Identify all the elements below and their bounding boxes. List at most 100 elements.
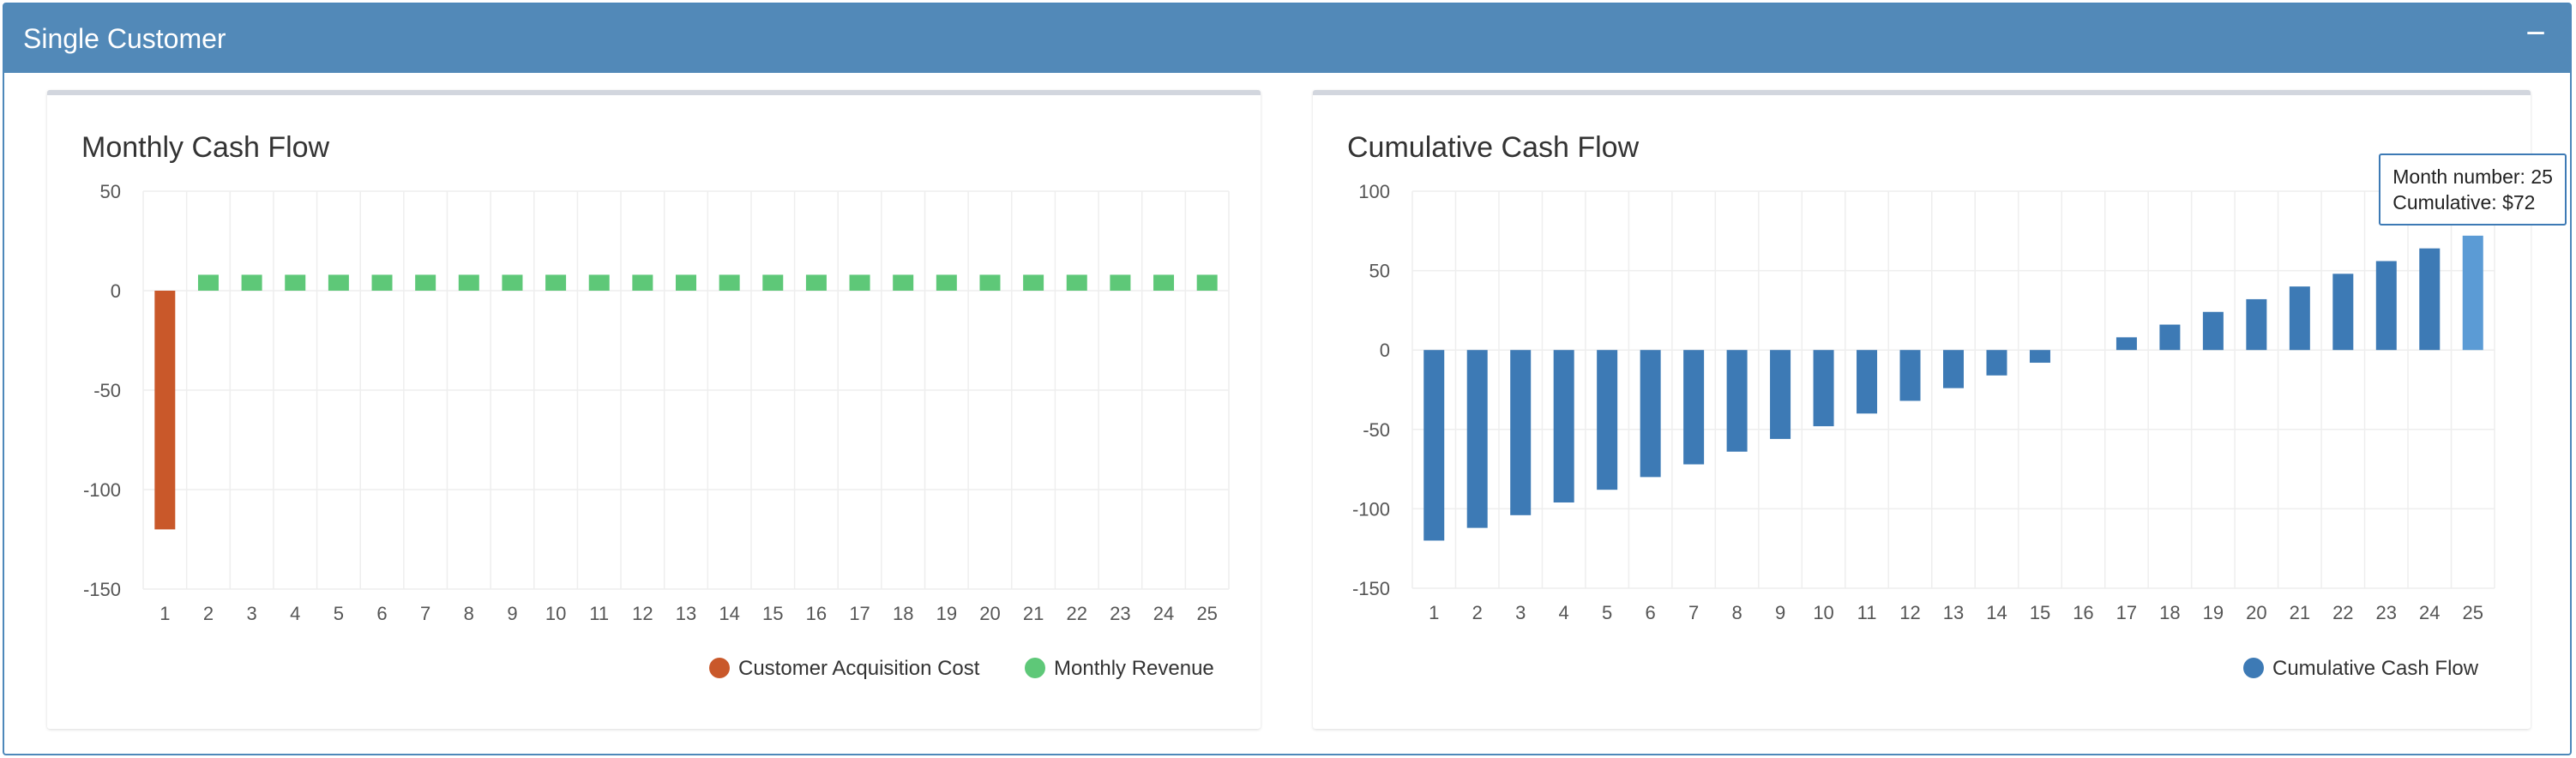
bar-cumulative-cash-flow	[2332, 274, 2354, 351]
x-tick-label: 1	[1429, 602, 1439, 623]
bar-monthly-revenue	[545, 274, 567, 291]
cumulative-cash-flow-card: Cumulative Cash Flow -150 -100 -50 0 50 100 1 2 3…	[1313, 90, 2567, 729]
x-tick-label: 21	[2290, 602, 2310, 623]
bar-monthly-revenue	[849, 274, 870, 291]
bar-monthly-revenue	[805, 274, 827, 291]
x-tick-label: 18	[2159, 602, 2180, 623]
x-tick-label: 22	[1067, 603, 1087, 624]
x-tick-label: 5	[334, 603, 344, 624]
collapse-button[interactable]: −	[2520, 16, 2551, 51]
y-tick-label: -100	[83, 479, 121, 501]
x-tick-label: 16	[806, 603, 827, 624]
bar-cumulative-cash-flow	[2289, 286, 2310, 351]
tooltip-month: Month number: 25	[2392, 165, 2553, 188]
bar-cumulative-cash-flow	[1553, 350, 1574, 502]
x-tick-label: 18	[893, 603, 913, 624]
x-tick-label: 3	[1515, 602, 1526, 623]
panel-header: Single Customer −	[4, 4, 2570, 73]
bar-customer-acquisition-cost	[154, 291, 176, 530]
y-tick-label: -150	[1352, 578, 1390, 599]
x-tick-label: 12	[1899, 602, 1920, 623]
bar-monthly-revenue	[632, 274, 653, 291]
x-tick-label: 7	[1688, 602, 1699, 623]
legend-label: Customer Acquisition Cost	[738, 657, 980, 680]
monthly-cash-flow-card: Monthly Cash Flow -150 -100 -50 0 50 1 2 3 4 5 6 7 8 9…	[47, 90, 1261, 729]
x-tick-label: 6	[1646, 602, 1656, 623]
x-tick-label: 4	[290, 603, 300, 624]
x-tick-label: 6	[376, 603, 387, 624]
bar-monthly-revenue	[1110, 274, 1131, 291]
y-tick-label: -100	[1352, 498, 1390, 520]
x-tick-label: 11	[589, 603, 609, 624]
chart-title: Monthly Cash Flow	[81, 131, 330, 164]
x-tick-label: 7	[420, 603, 430, 624]
bar-cumulative-cash-flow	[1597, 350, 1618, 490]
bar-cumulative-cash-flow	[2375, 261, 2397, 351]
bar-monthly-revenue	[676, 274, 696, 291]
legend-marker	[2243, 658, 2264, 678]
x-tick-label: 3	[246, 603, 256, 624]
y-tick-label: 0	[1380, 340, 1390, 361]
x-tick-label: 19	[2203, 602, 2224, 623]
y-tick-label: 100	[1358, 181, 1390, 202]
x-tick-label: 17	[2116, 602, 2137, 623]
x-tick-label: 19	[936, 603, 957, 624]
x-tick-label: 14	[1986, 602, 2007, 623]
x-tick-label: 10	[1813, 602, 1833, 623]
x-tick-label: 21	[1023, 603, 1044, 624]
bar-monthly-revenue	[893, 274, 914, 291]
bar-cumulative-cash-flow	[2462, 235, 2483, 351]
bar-monthly-revenue	[197, 274, 219, 291]
monthly-cash-flow-chart: Monthly Cash Flow-150-100-500501 2 3 4 5 6 7 8 9…	[81, 131, 1230, 680]
tooltip-cumulative: Cumulative: $72	[2392, 190, 2536, 214]
x-tick-label: 25	[1196, 603, 1217, 624]
bar-monthly-revenue	[719, 274, 740, 291]
legend-marker	[1025, 658, 1045, 678]
panel-title: Single Customer	[23, 23, 226, 54]
bar-cumulative-cash-flow	[1466, 350, 1488, 528]
chart-title: Cumulative Cash Flow	[1347, 131, 1640, 164]
bar-monthly-revenue	[371, 274, 393, 291]
y-tick-label: 50	[1369, 261, 1390, 282]
bar-cumulative-cash-flow	[1726, 350, 1748, 452]
y-tick-label: 0	[111, 280, 121, 302]
x-tick-label: 12	[632, 603, 653, 624]
x-tick-label: 13	[676, 603, 696, 624]
bar-cumulative-cash-flow	[1770, 350, 1791, 439]
legend-label: Cumulative Cash Flow	[2272, 657, 2479, 680]
x-tick-label: 22	[2332, 602, 2353, 623]
x-tick-label: 15	[2030, 602, 2050, 623]
bar-monthly-revenue	[1153, 274, 1175, 291]
cumulative-cash-flow-chart: Cumulative Cash Flow-150-100-500501001 2 3…	[1347, 131, 2495, 680]
x-tick-label: 5	[1602, 602, 1612, 623]
x-tick-label: 9	[507, 603, 517, 624]
x-tick-label: 1	[159, 603, 170, 624]
bar-monthly-revenue	[1023, 274, 1044, 291]
x-tick-label: 24	[1153, 603, 1174, 624]
bar-monthly-revenue	[328, 274, 349, 291]
x-tick-label: 10	[545, 603, 566, 624]
bar-monthly-revenue	[588, 274, 610, 291]
bar-monthly-revenue	[285, 274, 306, 291]
bar-monthly-revenue	[1196, 274, 1218, 291]
bar-cumulative-cash-flow	[2246, 298, 2267, 351]
bar-monthly-revenue	[415, 274, 436, 291]
bar-cumulative-cash-flow	[2159, 324, 2181, 351]
x-tick-label: 20	[2246, 602, 2266, 623]
bar-monthly-revenue	[502, 274, 523, 291]
bar-monthly-revenue	[1066, 274, 1087, 291]
x-tick-label: 14	[719, 603, 739, 624]
legend-marker	[709, 658, 730, 678]
bar-cumulative-cash-flow	[1857, 350, 1878, 414]
bar-cumulative-cash-flow	[1986, 350, 2007, 376]
bar-cumulative-cash-flow	[2029, 350, 2050, 364]
bar-monthly-revenue	[241, 274, 262, 291]
chart-tooltip: Month number: 25 Cumulative: $72	[2379, 153, 2567, 226]
x-tick-label: 20	[979, 603, 1000, 624]
bar-cumulative-cash-flow	[1899, 350, 1921, 401]
x-tick-label: 16	[2073, 602, 2093, 623]
x-tick-label: 24	[2419, 602, 2440, 623]
y-tick-label: 50	[100, 181, 121, 202]
x-tick-label: 23	[1110, 603, 1130, 624]
x-tick-label: 25	[2463, 602, 2483, 623]
